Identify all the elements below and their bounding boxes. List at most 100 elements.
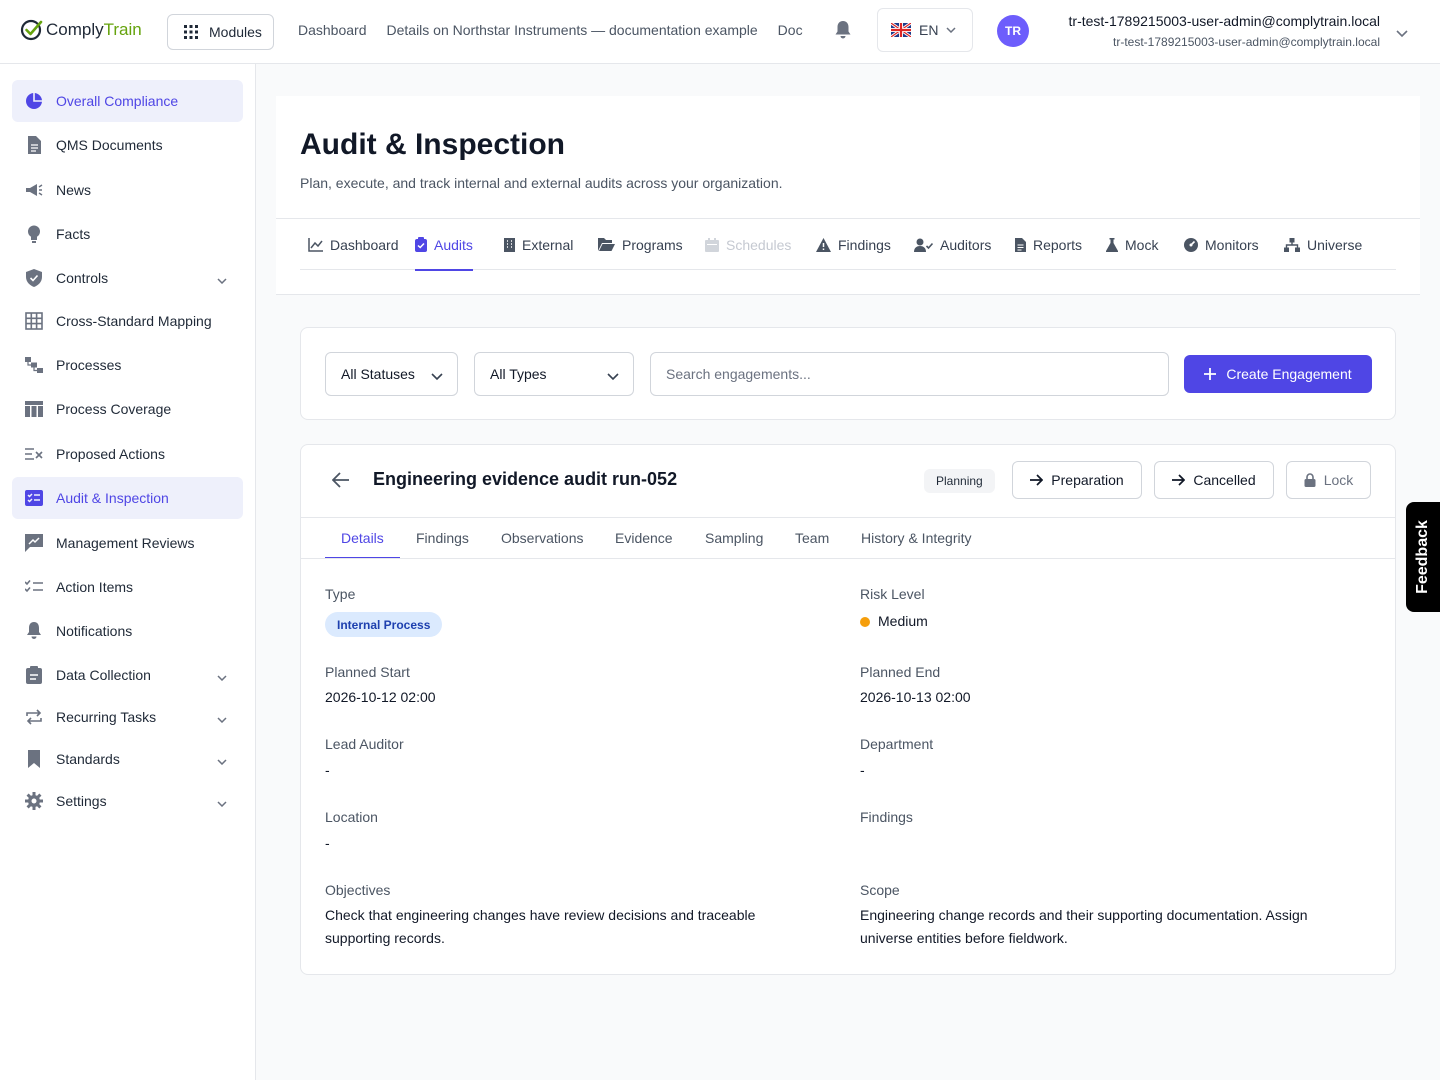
lead-auditor-label: Lead Auditor — [325, 736, 404, 752]
breadcrumb-item[interactable]: Details on Northstar Instruments — docum… — [387, 22, 758, 38]
objectives-value: Check that engineering changes have revi… — [325, 907, 756, 946]
tab-programs[interactable]: Programs — [598, 219, 683, 270]
sidebar-item-data-collection[interactable]: Data Collection — [12, 654, 243, 696]
tab-reports[interactable]: Reports — [1015, 219, 1082, 270]
tab-evidence[interactable]: Evidence — [615, 517, 673, 559]
chat-chart-icon — [24, 533, 44, 553]
feedback-tab[interactable]: Feedback — [1406, 502, 1440, 612]
sidebar-item-label: Settings — [56, 793, 107, 809]
status-filter-select[interactable]: All Statuses — [325, 352, 458, 396]
type-filter-select[interactable]: All Types — [474, 352, 634, 396]
lock-button[interactable]: Lock — [1286, 461, 1371, 499]
tab-sampling[interactable]: Sampling — [705, 517, 763, 559]
report-icon — [1015, 237, 1026, 252]
objectives-label: Objectives — [325, 882, 391, 898]
language-label: EN — [919, 22, 939, 38]
planned-end-value: 2026-10-13 02:00 — [860, 689, 971, 705]
document-icon — [24, 135, 44, 155]
shield-icon — [24, 268, 44, 288]
tab-dashboard[interactable]: Dashboard — [308, 219, 399, 270]
table-icon — [24, 399, 44, 419]
folder-open-icon — [598, 238, 615, 251]
sidebar-item-process-coverage[interactable]: Process Coverage — [12, 388, 243, 430]
sidebar-item-audit-inspection[interactable]: Audit & Inspection — [12, 477, 243, 519]
tab-audits[interactable]: Audits — [415, 219, 473, 271]
sidebar-item-label: Facts — [56, 226, 91, 242]
sidebar-item-settings[interactable]: Settings — [12, 780, 243, 822]
user-name[interactable]: tr-test-1789215003-user-admin@complytrai… — [1069, 13, 1380, 29]
sidebar-item-label: Cross-Standard Mapping — [56, 313, 212, 329]
notifications-bell-icon[interactable] — [834, 20, 852, 45]
bookmark-icon — [24, 749, 44, 769]
chevron-down-icon — [607, 368, 619, 384]
tab-details[interactable]: Details — [325, 517, 400, 559]
tab-monitors[interactable]: Monitors — [1184, 219, 1259, 270]
tab-observations[interactable]: Observations — [501, 517, 583, 559]
breadcrumb-item[interactable]: Dashboard — [298, 22, 367, 38]
sidebar-item-label: Standards — [56, 751, 120, 767]
sidebar-item-processes[interactable]: Processes — [12, 344, 243, 386]
sidebar-item-facts[interactable]: Facts — [12, 213, 243, 255]
language-select[interactable]: EN — [877, 8, 973, 52]
calendar-icon — [705, 237, 719, 252]
sidebar-item-cross-standard-mapping[interactable]: Cross-Standard Mapping — [12, 300, 243, 342]
sidebar-item-overall-compliance[interactable]: Overall Compliance — [12, 80, 243, 122]
grid-dots-icon — [184, 25, 198, 39]
building-icon — [504, 237, 515, 252]
tab-auditors[interactable]: Auditors — [914, 219, 991, 270]
sidebar-item-management-reviews[interactable]: Management Reviews — [12, 522, 243, 564]
lock-icon — [1304, 473, 1316, 487]
scope-label: Scope — [860, 882, 900, 898]
sidebar-item-qms-documents[interactable]: QMS Documents — [12, 124, 243, 166]
sidebar-item-label: Proposed Actions — [56, 446, 165, 462]
sidebar-item-label: Management Reviews — [56, 535, 195, 551]
back-arrow-icon[interactable] — [331, 472, 350, 493]
sidebar-item-proposed-actions[interactable]: Proposed Actions — [12, 433, 243, 475]
avatar[interactable]: TR — [997, 15, 1029, 47]
tab-findings[interactable]: Findings — [816, 219, 891, 270]
engagement-detail: Engineering evidence audit run-052 Plann… — [300, 444, 1396, 975]
location-value: - — [325, 835, 330, 851]
planned-end-label: Planned End — [860, 664, 941, 680]
arrow-right-icon — [1030, 474, 1044, 486]
tab-mock[interactable]: Mock — [1106, 219, 1158, 270]
tab-schedules[interactable]: Schedules — [705, 219, 791, 270]
tab-label: Dashboard — [330, 236, 399, 253]
sidebar-item-action-items[interactable]: Action Items — [12, 566, 243, 608]
sidebar-item-notifications[interactable]: Notifications — [12, 610, 243, 652]
sidebar-item-controls[interactable]: Controls — [12, 257, 243, 299]
uk-flag-icon — [891, 23, 911, 37]
findings-label: Findings — [860, 809, 913, 825]
plus-icon — [1204, 368, 1217, 380]
repeat-icon — [24, 707, 44, 727]
tab-history-integrity[interactable]: History & Integrity — [861, 517, 971, 559]
sidebar-item-news[interactable]: News — [12, 169, 243, 211]
filter-bar: All Statuses All Types Create Engagement — [300, 327, 1396, 420]
clipboard-check-icon — [415, 237, 427, 252]
button-label: Lock — [1323, 472, 1354, 488]
risk-level-value: Medium — [878, 613, 928, 629]
breadcrumb-item[interactable]: Doc — [778, 22, 803, 38]
user-menu-chevron-icon[interactable] — [1396, 25, 1408, 43]
tab-universe[interactable]: Universe — [1284, 219, 1362, 270]
sidebar-item-recurring-tasks[interactable]: Recurring Tasks — [12, 696, 243, 738]
sidebar: Overall Compliance QMS Documents News Fa… — [0, 64, 256, 1080]
create-engagement-button[interactable]: Create Engagement — [1184, 355, 1372, 393]
sidebar-item-label: Data Collection — [56, 667, 151, 683]
tab-label: Universe — [1307, 236, 1363, 253]
sidebar-item-standards[interactable]: Standards — [12, 738, 243, 780]
chevron-down-icon — [217, 668, 227, 684]
app-logo[interactable]: Comply Train — [20, 18, 142, 42]
tab-external[interactable]: External — [504, 219, 573, 270]
chevron-down-icon — [217, 710, 227, 726]
modules-button[interactable]: Modules — [167, 14, 274, 50]
warning-icon — [816, 237, 831, 252]
tab-team[interactable]: Team — [795, 517, 829, 559]
search-input[interactable] — [650, 352, 1169, 396]
audit-list-icon — [24, 488, 44, 508]
transition-preparation-button[interactable]: Preparation — [1012, 461, 1142, 499]
chevron-down-icon — [217, 752, 227, 768]
button-label: Cancelled — [1193, 472, 1256, 488]
transition-cancelled-button[interactable]: Cancelled — [1154, 461, 1274, 499]
tab-findings[interactable]: Findings — [416, 517, 469, 559]
